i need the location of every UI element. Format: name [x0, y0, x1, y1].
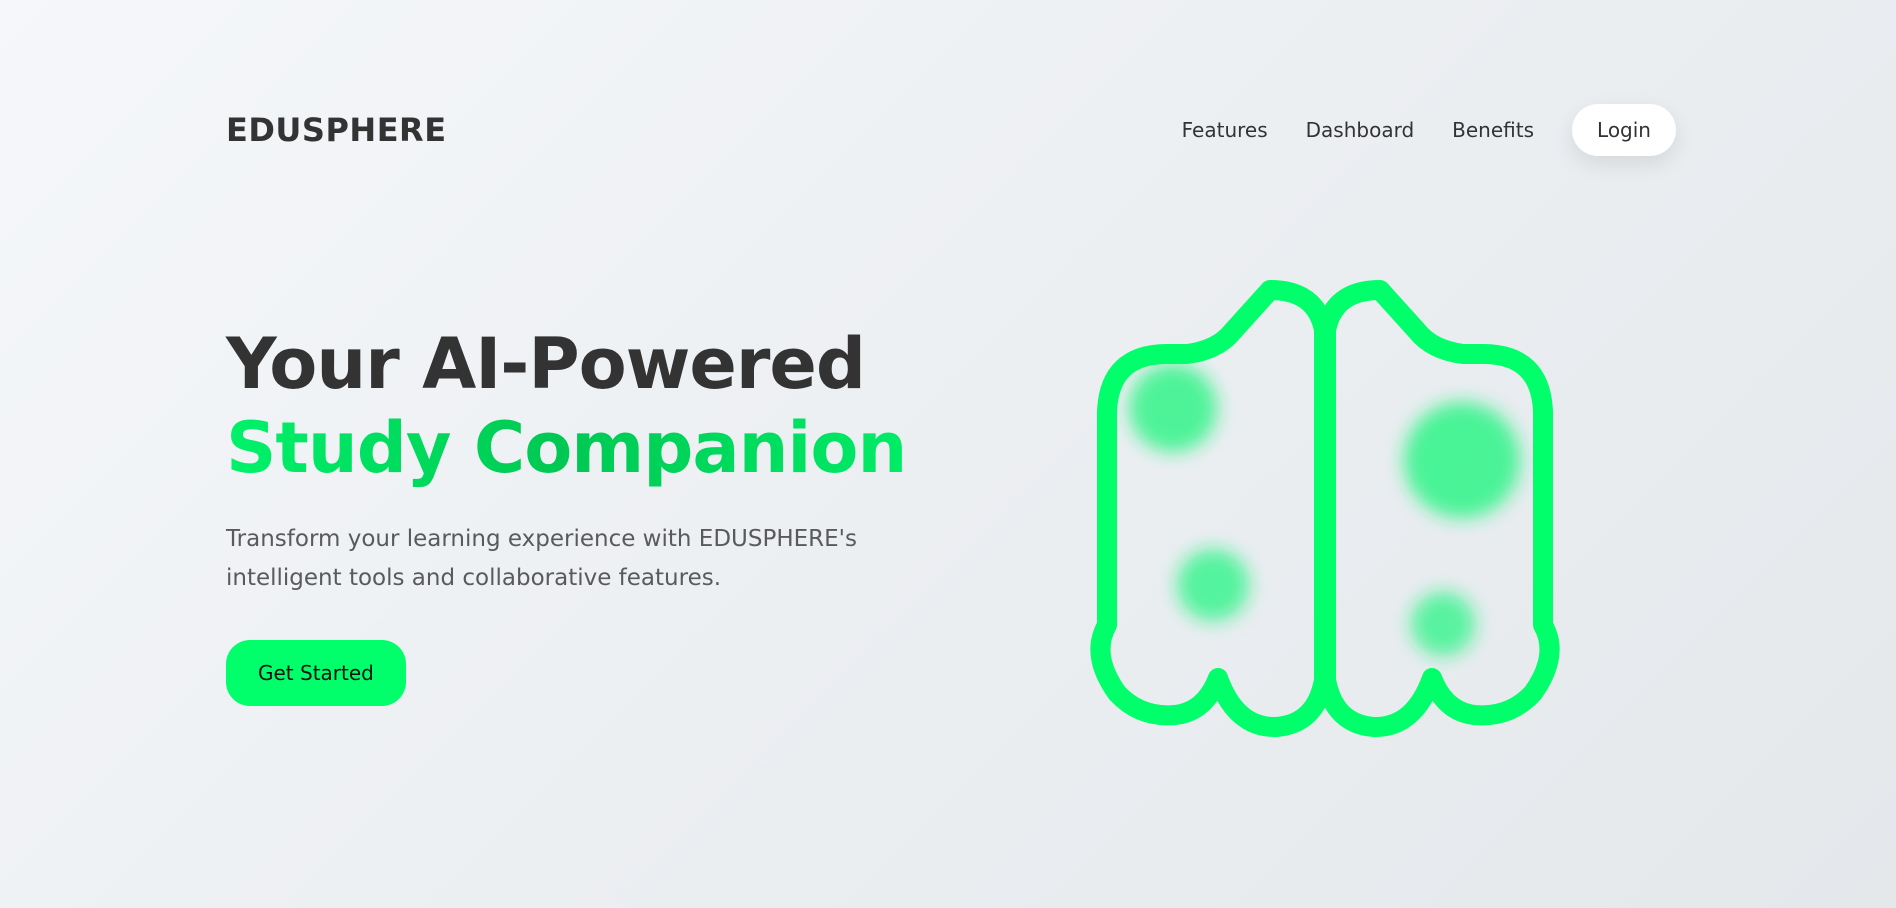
- brain-icon: [1090, 280, 1560, 737]
- hero-subtitle: Transform your learning experience with …: [226, 526, 857, 591]
- brain-left-hemisphere: [1090, 280, 1334, 737]
- hero-title: Your AI-Powered Study Companion: [226, 322, 966, 490]
- nav-link-features[interactable]: Features: [1182, 118, 1268, 142]
- nav-link-dashboard[interactable]: Dashboard: [1306, 118, 1415, 142]
- get-started-button[interactable]: Get Started: [226, 640, 406, 706]
- hero-title-line2: Study Companion: [226, 406, 966, 490]
- site-header: EDUSPHERE Features Dashboard Benefits Lo…: [226, 104, 1676, 156]
- hero-section: Your AI-Powered Study Companion Transfor…: [226, 322, 966, 706]
- main-nav: Features Dashboard Benefits Login: [1182, 104, 1676, 156]
- brain-illustration: [1090, 278, 1570, 738]
- brand-logo[interactable]: EDUSPHERE: [226, 111, 447, 149]
- login-button[interactable]: Login: [1572, 104, 1676, 156]
- hero-title-line1: Your AI-Powered: [226, 323, 866, 405]
- nav-link-benefits[interactable]: Benefits: [1452, 118, 1534, 142]
